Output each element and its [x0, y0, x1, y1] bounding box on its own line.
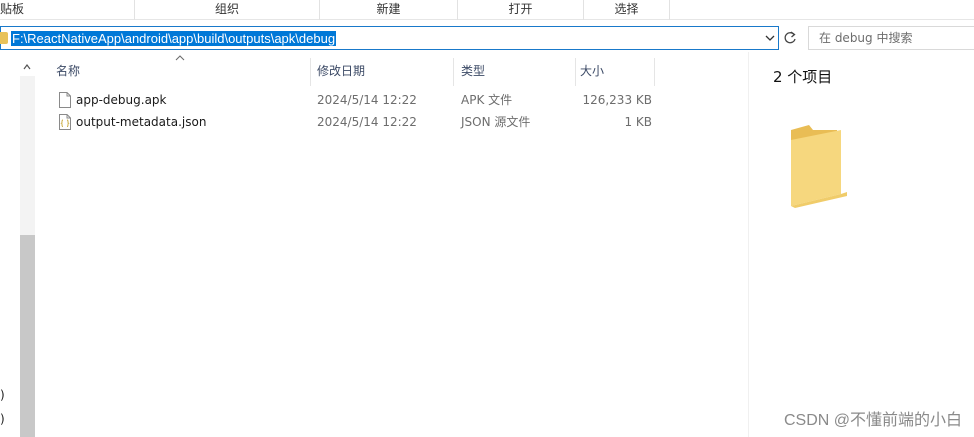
- file-size: 1 KB: [624, 115, 652, 129]
- blank-file-icon: [59, 92, 71, 108]
- item-count: 2 个项目: [773, 68, 833, 86]
- navigation-pane: ) ): [0, 52, 36, 437]
- json-file-icon: [59, 114, 71, 130]
- search-placeholder: 在 debug 中搜索: [819, 31, 913, 45]
- column-header-modified[interactable]: 修改日期: [309, 60, 453, 84]
- ribbon-group-labels: 贴板 组织 新建 打开 选择: [0, 0, 974, 20]
- folder-icon: [0, 32, 8, 44]
- ribbon-group-new: 新建: [320, 0, 458, 20]
- file-list: 名称 修改日期 类型 大小 app-debug.apk 2024/5/14 12…: [36, 52, 748, 437]
- address-bar[interactable]: F:\ReactNativeApp\android\app\build\outp…: [0, 26, 779, 50]
- nav-item-fragment[interactable]: ): [0, 412, 5, 426]
- ribbon-group-organize: 组织: [135, 0, 320, 20]
- file-row[interactable]: app-debug.apk 2024/5/14 12:22 APK 文件 126…: [52, 89, 652, 111]
- address-row: F:\ReactNativeApp\android\app\build\outp…: [0, 26, 974, 51]
- file-type: APK 文件: [461, 93, 513, 107]
- column-header-type[interactable]: 类型: [453, 60, 575, 84]
- refresh-icon[interactable]: [781, 27, 799, 49]
- column-divider[interactable]: [654, 58, 655, 86]
- details-pane: 2 个项目 CSDN @不懂前端的小白: [748, 52, 974, 437]
- column-header-name[interactable]: 名称: [48, 60, 310, 84]
- search-input[interactable]: 在 debug 中搜索: [808, 26, 974, 50]
- ribbon-group-open: 打开: [458, 0, 584, 20]
- file-row[interactable]: output-metadata.json 2024/5/14 12:22 JSO…: [52, 111, 652, 133]
- nav-scrollbar-thumb[interactable]: [20, 235, 35, 437]
- scroll-up-icon[interactable]: [22, 62, 32, 72]
- file-modified: 2024/5/14 12:22: [317, 93, 417, 107]
- watermark: CSDN @不懂前端的小白: [783, 412, 962, 429]
- nav-item-fragment[interactable]: ): [0, 388, 5, 402]
- ribbon-group-select: 选择: [584, 0, 670, 20]
- ribbon-group-clipboard: 贴板: [0, 0, 135, 20]
- folder-icon: [791, 125, 847, 208]
- address-path[interactable]: F:\ReactNativeApp\android\app\build\outp…: [11, 31, 337, 46]
- file-size: 126,233 KB: [582, 93, 652, 107]
- file-name[interactable]: output-metadata.json: [76, 111, 206, 133]
- file-name[interactable]: app-debug.apk: [76, 89, 167, 111]
- column-header-size[interactable]: 大小: [572, 60, 654, 84]
- file-type: JSON 源文件: [461, 115, 531, 129]
- file-modified: 2024/5/14 12:22: [317, 115, 417, 129]
- chevron-down-icon[interactable]: [763, 30, 777, 46]
